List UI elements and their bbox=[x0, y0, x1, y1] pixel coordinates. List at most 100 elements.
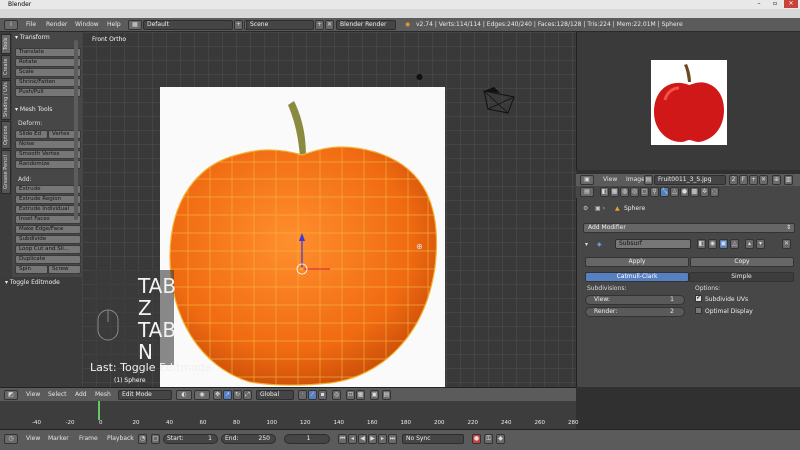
lamp-icon[interactable]: ● bbox=[416, 72, 423, 81]
world-tab-icon[interactable]: ◎ bbox=[630, 187, 639, 197]
image-users-count[interactable]: 2 bbox=[729, 175, 738, 185]
duplicate-button[interactable]: Duplicate bbox=[15, 255, 81, 264]
apply-button[interactable]: Apply bbox=[585, 257, 689, 267]
timeline-menu-playback[interactable]: Playback bbox=[107, 435, 134, 442]
extrude-dropdown[interactable]: Extrude⇕ bbox=[15, 185, 81, 194]
modifier-collapse-icon[interactable]: ▾ bbox=[585, 241, 588, 248]
3d-view-type-icon[interactable]: ◩ bbox=[4, 390, 18, 400]
menu-mesh[interactable]: Mesh bbox=[95, 391, 111, 398]
tab-grease-pencil[interactable]: Grease Pencil bbox=[1, 150, 11, 194]
translate-manipulator-icon[interactable]: ↗ bbox=[223, 390, 232, 400]
snap-icon[interactable]: ⊡ bbox=[346, 390, 355, 400]
scale-button[interactable]: Scale bbox=[15, 68, 81, 77]
screw-button[interactable]: Screw bbox=[48, 265, 81, 274]
view-levels-field[interactable]: View: 1 bbox=[585, 295, 685, 305]
spin-button[interactable]: Spin bbox=[15, 265, 48, 274]
editor-type-icon[interactable]: i bbox=[4, 20, 18, 30]
texture-tab-icon[interactable]: ▩ bbox=[690, 187, 699, 197]
play-reverse-icon[interactable]: ◀ bbox=[358, 434, 367, 444]
unlink-image-button[interactable]: ✕ bbox=[759, 175, 768, 185]
timeline-editor[interactable]: -40 -20 0 20 40 60 80 100 120 140 160 180 200 220 240 2… bbox=[0, 401, 579, 429]
constraints-tab-icon[interactable]: ⚲ bbox=[650, 187, 659, 197]
next-keyframe-icon[interactable]: ▸ bbox=[378, 434, 387, 444]
menu-file[interactable]: File bbox=[26, 21, 36, 28]
modifier-editmode-toggle-icon[interactable]: ▣ bbox=[719, 239, 728, 249]
camera-icon[interactable] bbox=[480, 85, 518, 115]
move-modifier-down-icon[interactable]: ▾ bbox=[756, 239, 765, 249]
menu-render[interactable]: Render bbox=[46, 21, 67, 28]
operator-title[interactable]: ▾ Toggle Editmode bbox=[5, 279, 60, 286]
render-tab-icon[interactable]: ◧ bbox=[600, 187, 609, 197]
remove-modifier-icon[interactable]: ✕ bbox=[782, 239, 791, 249]
add-modifier-dropdown[interactable]: Add Modifier ⇕ bbox=[583, 223, 795, 233]
noise-button[interactable]: Noise bbox=[15, 140, 81, 149]
display-channels-icon[interactable]: ▥ bbox=[784, 175, 793, 185]
layers-grid-icon[interactable]: ▣ bbox=[370, 390, 379, 400]
make-edge-face-button[interactable]: Make Edge/Face bbox=[15, 225, 81, 234]
3d-viewport[interactable]: Front Ortho ● ⊕ TAB Z TAB N Last: Toggle… bbox=[82, 32, 576, 387]
preview-range-icon[interactable]: ◔ bbox=[138, 434, 147, 444]
mesh-tools-section-title[interactable]: ▾ Mesh Tools bbox=[15, 106, 52, 113]
inset-faces-button[interactable]: Inset Faces bbox=[15, 215, 81, 224]
edge-select-icon[interactable]: ⁄ bbox=[308, 390, 317, 400]
slide-edge-button[interactable]: Slide Ed bbox=[15, 130, 48, 139]
render-layers-tab-icon[interactable]: ▦ bbox=[610, 187, 619, 197]
tool-shelf-scrollbar[interactable] bbox=[74, 40, 78, 220]
menu-view[interactable]: View bbox=[26, 391, 40, 398]
transform-section-title[interactable]: ▾ Transform bbox=[15, 34, 50, 41]
image-menu-view[interactable]: View bbox=[603, 176, 617, 183]
minimize-icon[interactable]: – bbox=[752, 0, 766, 8]
layout-add-button[interactable]: + bbox=[234, 20, 243, 30]
tab-options[interactable]: Options bbox=[1, 121, 11, 149]
scene-add-button[interactable]: + bbox=[315, 20, 324, 30]
timeline-menu-view[interactable]: View bbox=[26, 435, 40, 442]
proportional-edit-icon[interactable]: ◎ bbox=[332, 390, 341, 400]
tab-tools[interactable]: Tools bbox=[1, 34, 11, 54]
start-frame-field[interactable]: Start: 1 bbox=[163, 434, 218, 444]
jump-start-icon[interactable]: ⏮ bbox=[338, 434, 347, 444]
current-frame-field[interactable]: 1 bbox=[284, 434, 330, 444]
timeline-menu-frame[interactable]: Frame bbox=[79, 435, 98, 442]
subdivide-uvs-checkbox[interactable]: ✔ bbox=[695, 295, 702, 302]
face-select-icon[interactable]: ▪ bbox=[318, 390, 327, 400]
scene-dropdown[interactable]: Scene bbox=[246, 20, 314, 30]
new-image-button[interactable]: + bbox=[749, 175, 758, 185]
timeline-menu-marker[interactable]: Marker bbox=[48, 435, 69, 442]
end-frame-field[interactable]: End: 250 bbox=[221, 434, 276, 444]
prev-keyframe-icon[interactable]: ◂ bbox=[348, 434, 357, 444]
manipulator-toggle-icon[interactable]: ✥ bbox=[213, 390, 222, 400]
shrink-fatten-button[interactable]: Shrink/Fatten bbox=[15, 78, 81, 87]
jump-end-icon[interactable]: ⏭ bbox=[388, 434, 397, 444]
loop-cut-button[interactable]: Loop Cut and Sli... bbox=[15, 245, 81, 254]
image-name-field[interactable]: Fruit0011_3_S.jpg bbox=[654, 175, 726, 185]
current-frame-marker[interactable] bbox=[98, 401, 100, 420]
optimal-display-checkbox[interactable] bbox=[695, 307, 702, 314]
pivot-point-icon[interactable]: ◉ bbox=[194, 390, 210, 400]
opengl-render-icon[interactable]: ▤ bbox=[382, 390, 391, 400]
mode-dropdown[interactable]: Edit Mode bbox=[118, 390, 172, 400]
modifier-viewport-toggle-icon[interactable]: ◉ bbox=[708, 239, 717, 249]
extrude-individual-button[interactable]: Extrude Individual bbox=[15, 205, 81, 214]
smooth-vertex-button[interactable]: Smooth Vertex bbox=[15, 150, 81, 159]
image-editor-preview[interactable] bbox=[576, 32, 800, 170]
scene-remove-button[interactable]: ✕ bbox=[325, 20, 334, 30]
maximize-icon[interactable]: ▫ bbox=[768, 0, 782, 8]
rotate-button[interactable]: Rotate bbox=[15, 58, 81, 67]
translate-button[interactable]: Translate bbox=[15, 48, 81, 57]
subdivide-button[interactable]: Subdivide bbox=[15, 235, 81, 244]
image-editor-type-icon[interactable]: ▣ bbox=[580, 175, 594, 185]
render-engine-dropdown[interactable]: Blender Render bbox=[336, 20, 396, 30]
fake-user-button[interactable]: F bbox=[739, 175, 748, 185]
object-tab-icon[interactable]: ▢ bbox=[640, 187, 649, 197]
scale-manipulator-icon[interactable]: ⤢ bbox=[243, 390, 252, 400]
move-modifier-up-icon[interactable]: ▴ bbox=[745, 239, 754, 249]
close-icon[interactable]: ✕ bbox=[784, 0, 798, 8]
cursor-3d-icon[interactable]: ⊕ bbox=[416, 242, 423, 251]
modifier-name-field[interactable]: Subsurf bbox=[615, 239, 691, 249]
catmull-clark-tab[interactable]: Catmull-Clark bbox=[585, 272, 689, 282]
extrude-region-button[interactable]: Extrude Region bbox=[15, 195, 81, 204]
sync-dropdown[interactable]: No Sync bbox=[402, 434, 464, 444]
record-keyframe-icon[interactable]: ● bbox=[472, 434, 481, 444]
menu-help[interactable]: Help bbox=[107, 21, 121, 28]
material-tab-icon[interactable]: ● bbox=[680, 187, 689, 197]
